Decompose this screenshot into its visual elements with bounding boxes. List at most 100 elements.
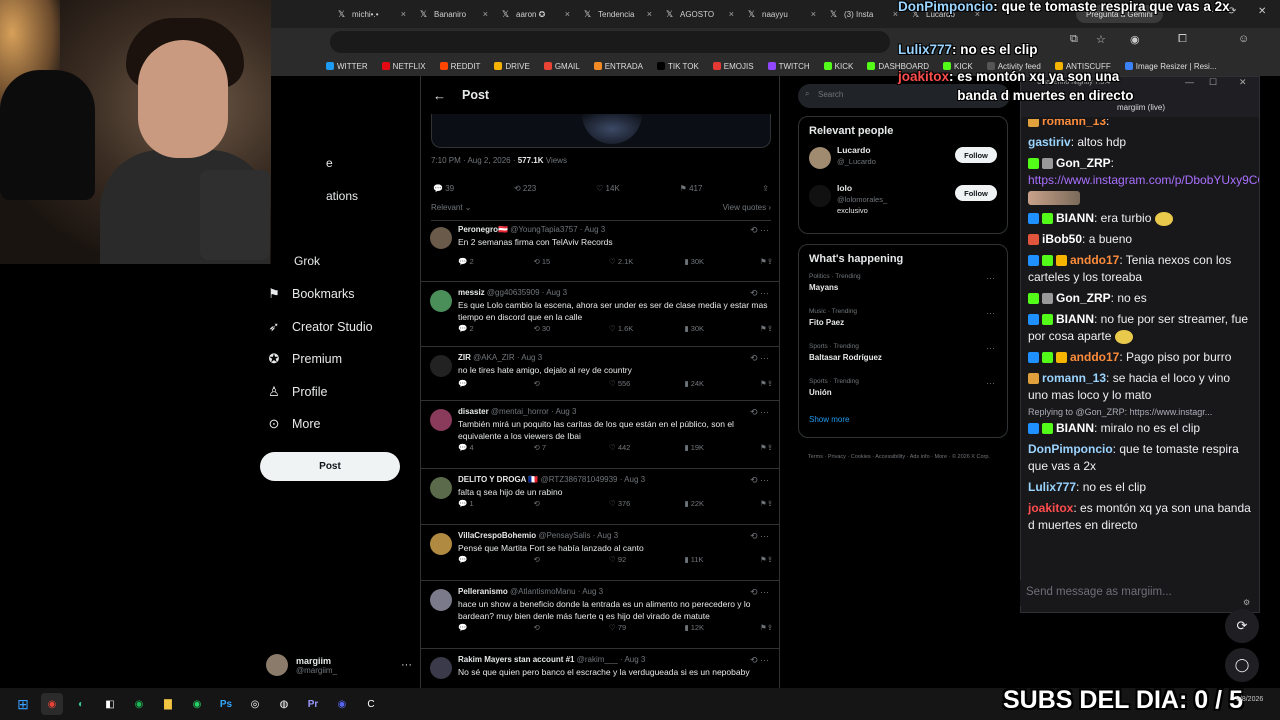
reply-author[interactable]: messiz <box>458 288 485 297</box>
bookmark-icon[interactable]: ⚑ <box>760 499 767 508</box>
chat-input[interactable]: Send message as margiim... <box>1020 580 1256 606</box>
show-more-link[interactable]: Show more <box>799 409 1007 434</box>
chat-maximize-icon[interactable]: ☐ <box>1209 77 1217 88</box>
follow-button[interactable]: Follow <box>955 147 997 163</box>
reply-button[interactable]: 💬 2 <box>458 257 534 266</box>
capture-icon[interactable]: ◧ <box>99 693 121 715</box>
view-quotes-link[interactable]: View quotes › <box>723 203 771 212</box>
bookmark-icon[interactable]: ⚑ <box>760 324 767 333</box>
back-arrow-icon[interactable]: ← <box>433 88 446 103</box>
bookmark-item[interactable]: GMAIL <box>543 62 580 71</box>
avatar[interactable] <box>430 477 452 499</box>
nav-partial-2[interactable]: ations <box>326 189 358 203</box>
photoshop-icon[interactable]: Ps <box>215 693 237 715</box>
chat-username[interactable]: anddo17 <box>1070 253 1119 267</box>
share-icon[interactable]: ⇪ <box>767 324 773 333</box>
bookmark-item[interactable]: ENTRADA <box>593 62 643 71</box>
chat-username[interactable]: DonPimponcio <box>1028 442 1113 456</box>
settings-icon[interactable]: ⚙ <box>1243 598 1250 607</box>
avatar[interactable] <box>430 533 452 555</box>
avatar[interactable] <box>430 355 452 377</box>
star-icon[interactable]: ☆ <box>1096 33 1106 46</box>
avatar[interactable] <box>809 147 831 169</box>
share-icon[interactable]: ⇪ <box>767 623 773 632</box>
chat-username[interactable]: BIANN <box>1056 211 1094 225</box>
views-button[interactable]: ▮ 24K <box>685 379 761 388</box>
bookmark-item[interactable]: REDDIT <box>439 62 480 71</box>
avatar[interactable] <box>430 657 452 679</box>
trend-item[interactable]: Sports · Trending Unión ··· <box>799 374 1007 409</box>
reply-options[interactable]: ⟲ ··· <box>750 225 769 236</box>
chat-bubble-icon[interactable]: ◯ <box>1225 648 1259 682</box>
chat-username[interactable]: BIANN <box>1056 421 1094 435</box>
puzzle-icon[interactable]: ⧠ <box>1178 33 1187 46</box>
views-button[interactable]: ▮ 30K <box>685 257 761 266</box>
views-button[interactable]: ▮ 22K <box>685 499 761 508</box>
tab-close-icon[interactable]: × <box>483 9 488 19</box>
nav-bookmarks[interactable]: ⚑ Bookmarks <box>266 286 354 302</box>
nav-premium[interactable]: ✪ Premium <box>266 351 342 367</box>
nav-more[interactable]: ⊙ More <box>266 416 321 432</box>
spotify-icon[interactable]: ◉ <box>128 693 150 715</box>
follow-button[interactable]: Follow <box>955 185 997 201</box>
avatar[interactable] <box>430 409 452 431</box>
whatsapp-icon[interactable]: ◉ <box>186 693 208 715</box>
relevant-person[interactable]: Lucardo @_Lucardo Follow <box>799 141 1007 179</box>
reply-button[interactable]: 💬 1 <box>458 499 534 508</box>
bookmark-count[interactable]: ⚑ 417 <box>680 184 703 193</box>
reply-options[interactable]: ⟲ ··· <box>750 655 769 666</box>
views-button[interactable]: ▮ 19K <box>685 443 761 452</box>
relevant-person[interactable]: lolo @lolomorales_ exclusivo Follow <box>799 179 1007 217</box>
discord-icon[interactable]: ◉ <box>331 693 353 715</box>
share-icon[interactable]: ⇪ <box>767 257 773 266</box>
chat-username[interactable]: gastiriv <box>1028 135 1071 149</box>
avatar[interactable] <box>430 589 452 611</box>
trend-item[interactable]: Politics · Trending Mayans ··· <box>799 269 1007 304</box>
like-button[interactable]: ♡ 1.6K <box>609 324 685 333</box>
share-icon[interactable]: ⇪ <box>767 379 773 388</box>
reply-author[interactable]: Peronegro🇦🇹 <box>458 225 508 234</box>
windows-start-icon[interactable]: ⊞ <box>12 693 34 715</box>
reply-author[interactable]: ZIR <box>458 353 471 362</box>
reply-post[interactable]: Pelleranismo @AtlantismoManu · Aug 3 ⟲ ··… <box>421 581 779 649</box>
trend-more-icon[interactable]: ··· <box>986 378 995 388</box>
chat-link[interactable]: https://www.instagram.com/p/DbobYUxy9CC/ <box>1028 173 1259 187</box>
nav-profile[interactable]: ♙ Profile <box>266 384 327 400</box>
trend-more-icon[interactable]: ··· <box>986 273 995 283</box>
url-input[interactable] <box>330 31 890 53</box>
reply-button[interactable]: 💬 <box>458 623 534 632</box>
reply-post[interactable]: ZIR @AKA_ZIR · Aug 3 ⟲ ··· no le tires hat… <box>421 347 779 401</box>
repost-button[interactable]: ⟲ <box>534 379 610 388</box>
reply-button[interactable]: 💬 2 <box>458 324 534 333</box>
like-count[interactable]: ♡ 14K <box>596 184 620 193</box>
chat-username[interactable]: Gon_ZRP <box>1056 291 1111 305</box>
repost-button[interactable]: ⟲ 30 <box>534 324 610 333</box>
screenshot-icon[interactable]: ⧉ <box>1070 33 1078 46</box>
tab-close-icon[interactable]: × <box>401 9 406 19</box>
reply-post[interactable]: VillaCrespoBohemio @PensaySalis · Aug 3 ⟲… <box>421 525 779 581</box>
nav-partial-3[interactable]: Grok <box>294 254 320 268</box>
browser-tab[interactable]: 𝕏michi•.• × <box>330 0 412 28</box>
trend-item[interactable]: Sports · Trending Baltasar Rodríguez ··· <box>799 339 1007 374</box>
reply-options[interactable]: ⟲ ··· <box>750 407 769 418</box>
bookmark-item[interactable]: WITTER <box>326 62 368 71</box>
chat-username[interactable]: anddo17 <box>1070 350 1119 364</box>
reply-options[interactable]: ⟲ ··· <box>750 475 769 486</box>
like-button[interactable]: ♡ 2.1K <box>609 257 685 266</box>
share-icon[interactable]: ⇪ <box>767 443 773 452</box>
reply-author[interactable]: Pelleranismo <box>458 587 508 596</box>
chrome-icon[interactable]: ◉ <box>41 693 63 715</box>
share-icon[interactable]: ⇪ <box>767 555 773 564</box>
avatar[interactable] <box>809 185 831 207</box>
reply-post[interactable]: DELITO Y DROGA 🇫🇷 @RTZ386781049939 · Aug… <box>421 469 779 525</box>
refresh-icon[interactable]: ⟳ <box>1225 609 1259 643</box>
edge-icon[interactable]: ◐ <box>70 693 92 715</box>
obs-icon[interactable]: ◍ <box>273 693 295 715</box>
chat-username[interactable]: joakitox <box>1028 501 1073 515</box>
chat-username[interactable]: romann_13 <box>1042 371 1106 385</box>
reply-count[interactable]: 💬 39 <box>433 184 454 193</box>
repost-button[interactable]: ⟲ <box>534 499 610 508</box>
chatterino-icon[interactable]: C <box>360 693 382 715</box>
post-button[interactable]: Post <box>260 452 400 481</box>
bookmark-item[interactable]: KICK <box>823 62 853 71</box>
